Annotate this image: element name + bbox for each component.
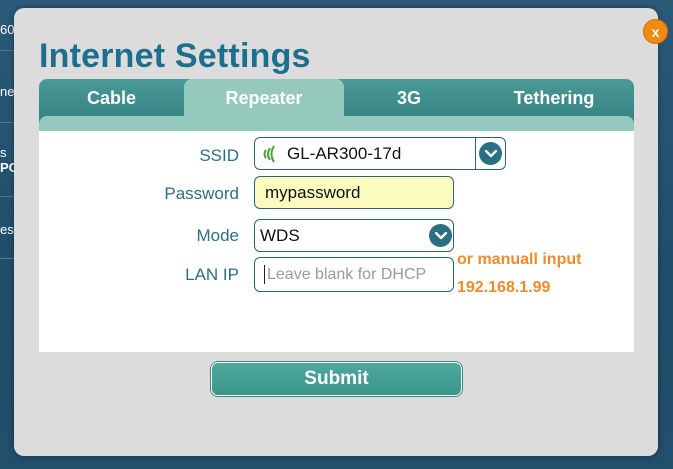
background-divider: [0, 122, 14, 123]
close-icon: x: [651, 23, 660, 40]
lan-ip-label: LAN IP: [185, 265, 239, 284]
wifi-signal-icon: [263, 144, 279, 163]
manual-input-note: or manuall input: [457, 251, 582, 268]
mode-select[interactable]: WDS: [254, 219, 454, 252]
close-button[interactable]: x: [643, 19, 668, 44]
tab-underband: [39, 116, 634, 131]
background-text: ne: [0, 84, 15, 99]
form-panel: SSID GL-AR300-17d Password mypassword Mo…: [39, 131, 634, 352]
lan-ip-placeholder: Leave blank for DHCP: [267, 265, 427, 283]
text-caret: [264, 265, 265, 284]
dialog-title: Internet Settings: [39, 37, 311, 75]
background-divider: [0, 50, 14, 51]
chevron-down-icon[interactable]: [429, 224, 452, 247]
ssid-label: SSID: [199, 146, 239, 165]
manual-ip-example: 192.168.1.99: [457, 279, 551, 296]
background-divider: [0, 258, 14, 259]
submit-button[interactable]: Submit: [211, 362, 462, 396]
tab-3g[interactable]: 3G: [344, 79, 474, 117]
password-field[interactable]: mypassword: [254, 176, 454, 209]
mode-value: WDS: [260, 225, 300, 245]
password-label: Password: [164, 184, 239, 203]
tab-tethering[interactable]: Tethering: [474, 79, 634, 117]
internet-settings-dialog: x Internet Settings Cable Repeater 3G Te…: [14, 8, 668, 456]
background-divider: [0, 196, 14, 197]
tab-cable[interactable]: Cable: [39, 79, 184, 117]
tab-bar: Cable Repeater 3G Tethering: [39, 79, 634, 131]
ssid-select[interactable]: GL-AR300-17d: [254, 137, 506, 170]
password-value: mypassword: [265, 182, 361, 202]
ssid-divider: [475, 138, 476, 169]
mode-label: Mode: [196, 226, 239, 245]
background-text: es: [0, 222, 14, 237]
ssid-value: GL-AR300-17d: [287, 143, 402, 163]
background-text: s: [0, 145, 7, 160]
lan-ip-field[interactable]: Leave blank for DHCP: [254, 257, 454, 292]
chevron-down-icon[interactable]: [479, 142, 502, 165]
tab-repeater[interactable]: Repeater: [184, 79, 344, 117]
